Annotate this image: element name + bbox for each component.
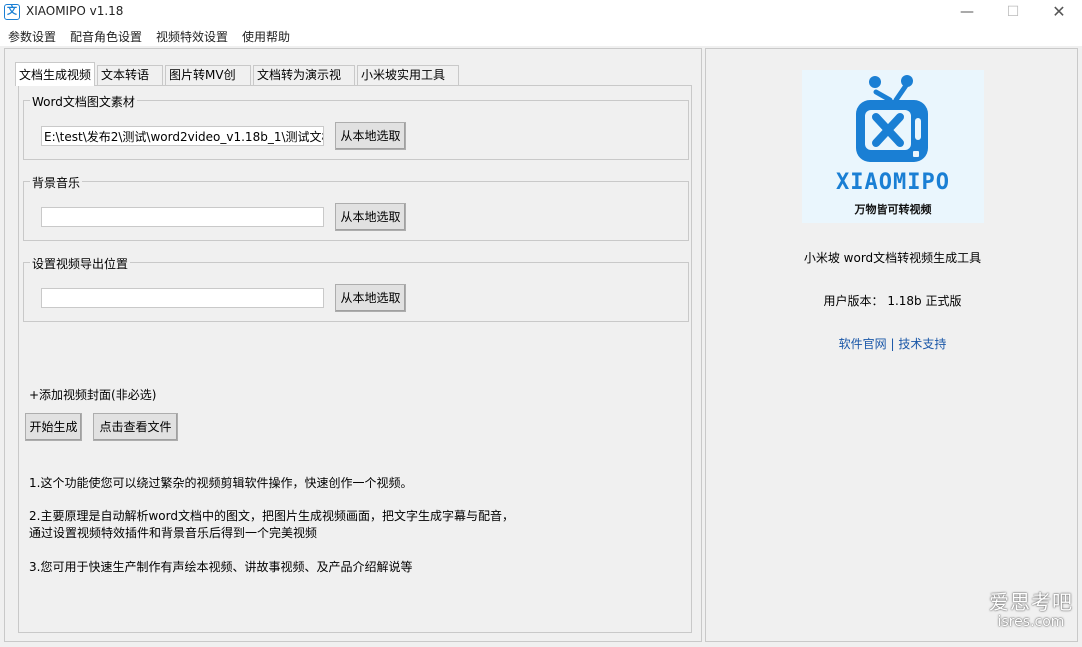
output-input[interactable] <box>41 288 324 308</box>
music-input[interactable] <box>41 207 324 227</box>
links-row: 软件官网 | 技术支持 <box>706 335 1079 352</box>
menu-bar: 参数设置 配音角色设置 视频特效设置 使用帮助 <box>0 24 1082 46</box>
menu-video-effects[interactable]: 视频特效设置 <box>156 28 228 45</box>
logo-brand-text: XIAOMIPO <box>836 170 950 195</box>
watermark: 爱思考吧 isres.com <box>986 590 1076 630</box>
view-file-button[interactable]: 点击查看文件 <box>93 413 178 441</box>
music-browse-button[interactable]: 从本地选取 <box>335 203 406 231</box>
music-title: 背景音乐 <box>30 174 83 191</box>
app-name: 小米坡 word文档转视频生成工具 <box>803 251 982 265</box>
tab-toolbox[interactable]: 小米坡实用工具箱 <box>357 65 459 101</box>
tab-doc-to-video[interactable]: 文档生成视频 <box>15 62 95 86</box>
link-separator: | <box>890 337 895 351</box>
info-panel: XIAOMIPO 万物皆可转视频 小米坡 word文档转视频生成工具 用户版本：… <box>705 48 1078 642</box>
tab-page-doc-to-video: Word文档图文素材 E:\test\发布2\测试\word2video_v1.… <box>18 85 692 633</box>
word-source-browse-button[interactable]: 从本地选取 <box>335 122 406 150</box>
support-link[interactable]: 技术支持 <box>898 337 946 351</box>
word-source-title: Word文档图文素材 <box>30 93 137 110</box>
minimize-button[interactable]: — <box>944 0 990 24</box>
app-icon: 文 <box>4 4 20 20</box>
watermark-cn: 爱思考吧 <box>989 590 1073 614</box>
window-title: XIAOMIPO v1.18 <box>26 4 124 18</box>
close-button[interactable]: ✕ <box>1036 0 1082 24</box>
version-text: 用户版本： 1.18b 正式版 <box>823 294 962 308</box>
music-group: 背景音乐 从本地选取 <box>23 174 689 241</box>
add-cover-link[interactable]: +添加视频封面(非必选) <box>29 386 156 403</box>
tab-text-to-speech[interactable]: 文本转语音 <box>97 65 163 101</box>
description-line-1: 1.这个功能使您可以绕过繁杂的视频剪辑软件操作，快速创作一个视频。 <box>29 476 413 490</box>
logo: XIAOMIPO 万物皆可转视频 <box>802 70 984 223</box>
description-line-2a: 2.主要原理是自动解析word文档中的图文，把图片生成视频画面，把文字生成字幕与… <box>29 509 514 523</box>
maximize-button[interactable]: ☐ <box>990 0 1036 24</box>
description-line-3: 3.您可用于快速生产制作有声绘本视频、讲故事视频、及产品介绍解说等 <box>29 560 413 574</box>
tab-image-to-mv[interactable]: 图片转MV创作 <box>165 65 251 101</box>
title-bar: 文 XIAOMIPO v1.18 — ☐ ✕ <box>0 0 1082 24</box>
menu-voice-roles[interactable]: 配音角色设置 <box>70 28 142 45</box>
output-group: 设置视频导出位置 从本地选取 <box>23 255 689 322</box>
word-source-group: Word文档图文素材 E:\test\发布2\测试\word2video_v1.… <box>23 93 689 160</box>
menu-help[interactable]: 使用帮助 <box>242 28 290 45</box>
logo-slogan: 万物皆可转视频 <box>854 203 932 216</box>
website-link[interactable]: 软件官网 <box>839 337 887 351</box>
output-browse-button[interactable]: 从本地选取 <box>335 284 406 312</box>
description-line-2b: 通过设置视频特效插件和背景音乐后得到一个完美视频 <box>29 526 318 540</box>
watermark-en: isres.com <box>997 614 1065 630</box>
word-source-input[interactable]: E:\test\发布2\测试\word2video_v1.18b_1\测试文档 <box>41 126 324 146</box>
start-generate-button[interactable]: 开始生成 <box>25 413 82 441</box>
tab-doc-to-presentation[interactable]: 文档转为演示视频 <box>253 65 355 101</box>
output-title: 设置视频导出位置 <box>30 255 131 272</box>
menu-params[interactable]: 参数设置 <box>8 28 56 45</box>
main-panel: 文档生成视频 文本转语音 图片转MV创作 文档转为演示视频 小米坡实用工具箱 W… <box>4 48 702 642</box>
tv-icon <box>856 75 928 162</box>
